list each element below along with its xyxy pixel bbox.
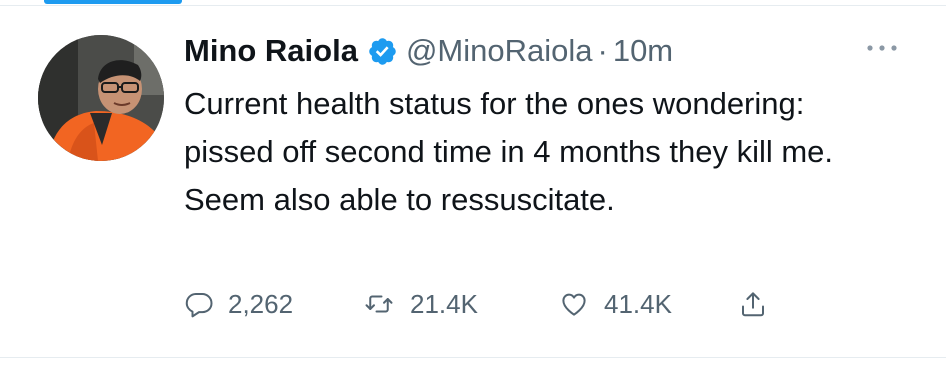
reply-count: 2,262 bbox=[228, 288, 294, 319]
avatar[interactable] bbox=[38, 35, 164, 161]
like-button[interactable]: 41.4K bbox=[558, 289, 738, 320]
tweet-actions: 2,262 21.4K 41.4K bbox=[184, 282, 768, 326]
tweet-text: Current health status for the ones wonde… bbox=[184, 86, 834, 217]
retweet-icon bbox=[365, 295, 393, 313]
reply-icon bbox=[185, 293, 213, 318]
author-name[interactable]: Mino Raiola bbox=[184, 28, 358, 74]
tweet[interactable]: Mino Raiola @MinoRaiola · 10m Current he… bbox=[0, 0, 946, 357]
verified-badge-icon bbox=[367, 36, 398, 67]
share-icon bbox=[742, 292, 764, 317]
heart-icon bbox=[562, 293, 586, 316]
tweet-timestamp[interactable]: 10m bbox=[613, 28, 673, 74]
author-handle[interactable]: @MinoRaiola bbox=[406, 28, 593, 74]
profile-photo bbox=[38, 35, 164, 161]
share-button[interactable] bbox=[738, 288, 768, 320]
retweet-button[interactable]: 21.4K bbox=[362, 289, 558, 320]
reply-button[interactable]: 2,262 bbox=[184, 289, 362, 320]
tweet-header: Mino Raiola @MinoRaiola · 10m bbox=[184, 28, 673, 74]
more-options-icon[interactable] bbox=[862, 36, 902, 60]
bottom-divider bbox=[0, 357, 946, 358]
like-count: 41.4K bbox=[604, 288, 672, 319]
header-separator: · bbox=[597, 33, 608, 68]
retweet-count: 21.4K bbox=[410, 288, 478, 319]
tweet-page: Mino Raiola @MinoRaiola · 10m Current he… bbox=[0, 0, 946, 377]
